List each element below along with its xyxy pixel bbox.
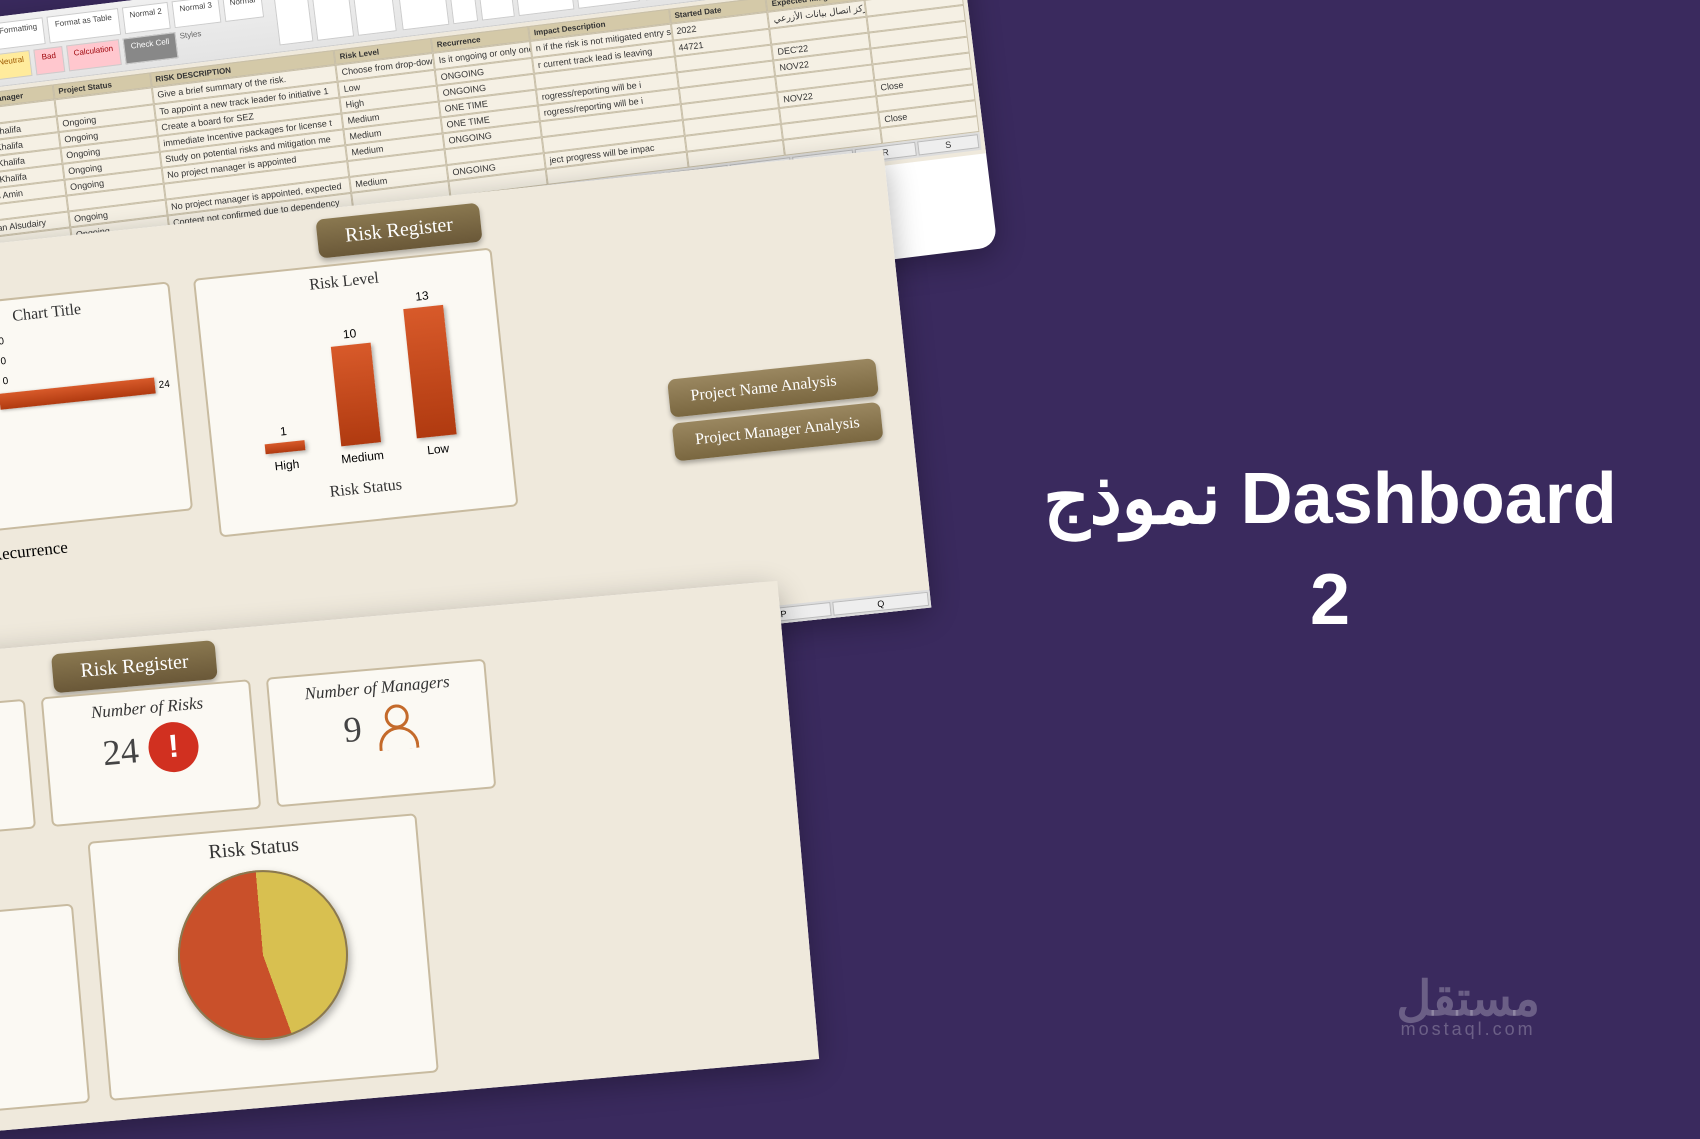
format-button[interactable]: Format [351, 0, 397, 36]
watermark-en: mostaql.com [1396, 1019, 1540, 1040]
hbar-value: 0 [2, 375, 9, 387]
num-mgr-value: 9 [342, 708, 364, 751]
vbar-value: 1 [263, 422, 304, 440]
vbar-value: 10 [329, 325, 370, 343]
style-checkcell[interactable]: Check Cell [123, 32, 179, 65]
pie-chart [171, 863, 355, 1047]
vbar: 13Low [403, 305, 456, 438]
clear-button[interactable]: Clear [475, 0, 515, 21]
delete-button[interactable]: Delete [310, 0, 354, 41]
number-of-risks-card: Number of Risks 24 [41, 679, 262, 827]
chart-risk-level: Risk Level 1High10Medium13Low Risk Statu… [193, 248, 519, 538]
watermark: مستقل mostaql.com [1396, 971, 1540, 1040]
hbar-value: 24 [158, 378, 170, 390]
alert-icon [146, 720, 200, 774]
style-neutral[interactable]: Neutral [0, 50, 33, 81]
page-title: نموذج Dashboard 2 [1043, 449, 1616, 651]
autosum-button[interactable]: AutoSum [396, 0, 450, 30]
chart-recurrence: Chart Title Off Track0On Hold0One Time0O… [0, 281, 193, 536]
style-bad[interactable]: Bad [34, 46, 65, 76]
vbar: 1High [265, 440, 306, 454]
vbar-category: Low [414, 440, 463, 459]
style-calculation[interactable]: Calculation [66, 39, 122, 72]
group-styles: Styles [179, 29, 204, 58]
ribbon-cells: Insert Delete Format [273, 0, 398, 46]
style-normal2[interactable]: Normal 2 [122, 2, 171, 34]
dashboard-bottom: Risk Register jects at Risk Number of Ri… [0, 581, 819, 1139]
projects-at-risk-card: jects at Risk [0, 699, 36, 842]
vbar-value: 13 [401, 287, 442, 305]
project-status-bar-card: 24 [0, 903, 90, 1119]
style-normal[interactable]: Normal [222, 0, 265, 22]
sort-filter-button[interactable]: Sort & Filter [512, 0, 575, 16]
risk-status-title-2: Risk Status [98, 824, 409, 874]
hbar-value: 0 [0, 355, 7, 367]
format-table-button[interactable]: Format as Table [47, 8, 121, 43]
num-risks-value: 24 [101, 729, 141, 774]
fill-button[interactable]: Fill [447, 0, 478, 24]
recurrence-label: Recurrence [0, 538, 69, 566]
screenshot-stack: Conditional Formatting Format as Table N… [0, 0, 1000, 1100]
title-line-2: 2 [1043, 550, 1616, 651]
vbar: 10Medium [331, 343, 381, 447]
title-line-1: نموذج Dashboard [1043, 449, 1616, 550]
find-select-button[interactable]: Find & Select [571, 0, 639, 9]
vbar-category: Medium [338, 448, 387, 467]
insert-button[interactable]: Insert [273, 0, 314, 46]
column-header[interactable]: Q [832, 592, 929, 616]
vbar-category: High [262, 456, 311, 475]
number-of-managers-card: Number of Managers 9 [266, 659, 496, 808]
right-title-panel: نموذج Dashboard 2 مستقل mostaql.com [960, 0, 1700, 1100]
risk-status-pie-card: Risk Status [87, 813, 438, 1101]
projects-at-risk-label: jects at Risk [0, 710, 17, 743]
person-icon [370, 701, 420, 751]
analysis-buttons: Project Name Analysis Project Manager An… [666, 352, 884, 467]
hbar-value: 0 [0, 336, 5, 348]
style-normal3[interactable]: Normal 3 [172, 0, 221, 28]
